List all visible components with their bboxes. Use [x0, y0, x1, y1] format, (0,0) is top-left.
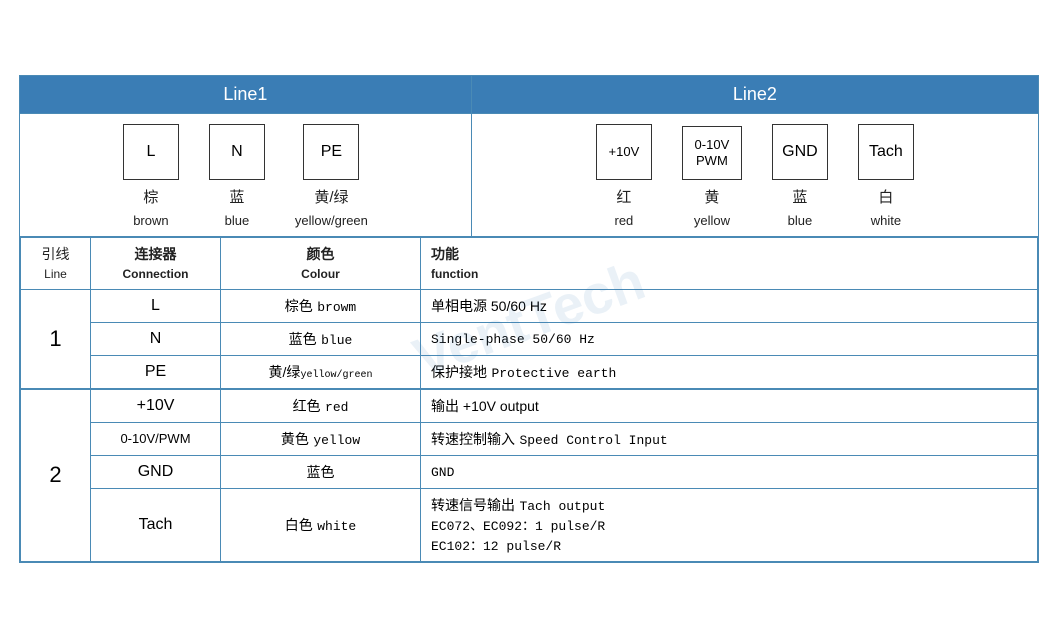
row-1-L: 1 L 棕色 browm 单相电源 50/60 Hz	[21, 289, 1038, 322]
header-colour: 颜色 Colour	[221, 237, 421, 289]
line2-title: Line2	[733, 84, 777, 104]
row-2-10v: 2 +10V 红色 red 输出 +10V output	[21, 389, 1038, 423]
row-2-gnd: GND 蓝色 GND	[21, 455, 1038, 488]
connector-N: N 蓝 blue	[209, 124, 265, 228]
connector-N-en: blue	[225, 213, 250, 228]
connector-PE-en: yellow/green	[295, 213, 368, 228]
connector-L: L 棕 brown	[123, 124, 179, 228]
row-1-PE-connection: PE	[91, 355, 221, 389]
line2-connectors: +10V 红 red 0-10VPWM 黄 yellow GND 蓝 blue	[472, 124, 1038, 228]
row-2-pwm-connection: 0-10V/PWM	[91, 422, 221, 455]
info-section: 引线 Line 连接器 Connection 颜	[20, 236, 1039, 562]
header-function-cn: 功能	[431, 244, 1027, 265]
row-2-tach-connection: Tach	[91, 488, 221, 561]
row-2-tach-function: 转速信号输出 Tach output EC072、EC092：1 pulse/R…	[421, 488, 1038, 561]
row-2-tach: Tach 白色 white 转速信号输出 Tach output EC072、E…	[21, 488, 1038, 561]
row-1-L-connection: L	[91, 289, 221, 322]
row-2-10v-function: 输出 +10V output	[421, 389, 1038, 423]
connector-gnd-cn: 蓝	[792, 186, 807, 207]
info-table: 引线 Line 连接器 Connection 颜	[20, 237, 1038, 562]
header-connection: 连接器 Connection	[91, 237, 221, 289]
connector-10v-cn: 红	[616, 186, 631, 207]
main-table: Line1 Line2 L 棕 brown N 蓝 blue	[19, 75, 1039, 563]
row-2-pwm-colour: 黄色 yellow	[221, 422, 421, 455]
info-header-row: 引线 Line 连接器 Connection 颜	[21, 237, 1038, 289]
header-function-en: function	[431, 265, 1027, 283]
row-2-10v-connection: +10V	[91, 389, 221, 423]
header-connection-cn: 连接器	[101, 244, 210, 265]
row-1-PE: PE 黄/绿yellow/green 保护接地 Protective earth	[21, 355, 1038, 389]
row-1-L-colour: 棕色 browm	[221, 289, 421, 322]
connector-10v-box: +10V	[596, 124, 652, 180]
line1-number: 1	[21, 289, 91, 389]
row-1-N: N 蓝色 blue Single-phase 50/60 Hz	[21, 322, 1038, 355]
connector-tach-cn: 白	[878, 186, 893, 207]
line2-diagram: +10V 红 red 0-10VPWM 黄 yellow GND 蓝 blue	[471, 113, 1038, 236]
line1-header: Line1	[20, 75, 472, 113]
row-1-N-function: Single-phase 50/60 Hz	[421, 322, 1038, 355]
connector-L-box: L	[123, 124, 179, 180]
connector-10v: +10V 红 red	[596, 124, 652, 228]
connector-10v-en: red	[615, 213, 634, 228]
header-function: 功能 function	[421, 237, 1038, 289]
connector-PE: PE 黄/绿 yellow/green	[295, 124, 368, 228]
header-colour-cn: 颜色	[231, 244, 410, 265]
line2-number: 2	[21, 389, 91, 562]
header-line-cn: 引线	[31, 244, 80, 265]
connector-gnd: GND 蓝 blue	[772, 124, 828, 228]
connector-gnd-en: blue	[788, 213, 813, 228]
connector-N-box: N	[209, 124, 265, 180]
row-2-gnd-function: GND	[421, 455, 1038, 488]
row-1-N-colour: 蓝色 blue	[221, 322, 421, 355]
header-line: 引线 Line	[21, 237, 91, 289]
line1-connectors: L 棕 brown N 蓝 blue PE 黄/绿 yellow/green	[20, 124, 471, 228]
connector-L-en: brown	[133, 213, 168, 228]
header-colour-en: Colour	[231, 265, 410, 283]
line1-diagram: L 棕 brown N 蓝 blue PE 黄/绿 yellow/green	[20, 113, 472, 236]
row-2-tach-colour: 白色 white	[221, 488, 421, 561]
connector-pwm: 0-10VPWM 黄 yellow	[682, 126, 742, 228]
connector-tach-box: Tach	[858, 124, 914, 180]
row-2-pwm-function: 转速控制输入 Speed Control Input	[421, 422, 1038, 455]
row-1-L-function: 单相电源 50/60 Hz	[421, 289, 1038, 322]
row-2-gnd-connection: GND	[91, 455, 221, 488]
row-1-N-connection: N	[91, 322, 221, 355]
connector-tach-en: white	[871, 213, 901, 228]
row-2-10v-colour: 红色 red	[221, 389, 421, 423]
line1-title: Line1	[223, 84, 267, 104]
connector-N-cn: 蓝	[229, 186, 244, 207]
connector-tach: Tach 白 white	[858, 124, 914, 228]
row-2-pwm: 0-10V/PWM 黄色 yellow 转速控制输入 Speed Control…	[21, 422, 1038, 455]
row-1-PE-function: 保护接地 Protective earth	[421, 355, 1038, 389]
header-line-en: Line	[31, 265, 80, 283]
connector-PE-box: PE	[303, 124, 359, 180]
connector-PE-cn: 黄/绿	[314, 186, 348, 207]
connector-pwm-cn: 黄	[704, 186, 719, 207]
row-2-gnd-colour: 蓝色	[221, 455, 421, 488]
connector-L-cn: 棕	[143, 186, 158, 207]
line2-header: Line2	[471, 75, 1038, 113]
header-connection-en: Connection	[101, 265, 210, 283]
connector-pwm-en: yellow	[694, 213, 730, 228]
connector-pwm-box: 0-10VPWM	[682, 126, 742, 180]
connector-gnd-box: GND	[772, 124, 828, 180]
row-1-PE-colour: 黄/绿yellow/green	[221, 355, 421, 389]
